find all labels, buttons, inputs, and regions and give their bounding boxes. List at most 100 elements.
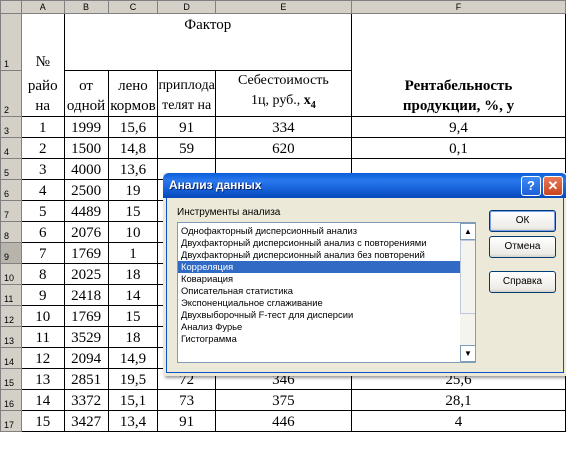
cell-c[interactable]: 18 [107, 262, 159, 285]
cell-b[interactable]: 4000 [63, 157, 109, 180]
cell-a[interactable]: 12 [20, 346, 65, 369]
cell-b[interactable]: 2418 [63, 283, 109, 306]
listbox-scrollbar[interactable]: ▲ ▼ [460, 223, 475, 362]
cell-a[interactable]: 5 [20, 199, 65, 222]
cell-a[interactable]: 9 [20, 283, 65, 306]
list-item[interactable]: Двухфакторный дисперсионный анализ с пов… [178, 237, 460, 249]
cell-b[interactable]: 3372 [63, 388, 109, 411]
cell-b[interactable]: 1500 [63, 136, 109, 159]
tools-listbox[interactable]: Однофакторный дисперсионный анализ Двухфа… [177, 222, 476, 363]
cell-b[interactable]: 1769 [63, 304, 109, 327]
cell-d[interactable]: 73 [157, 388, 216, 411]
help-icon[interactable]: ? [521, 176, 541, 196]
cell-d[interactable]: 91 [157, 409, 216, 432]
row-header[interactable]: 13 [0, 325, 22, 348]
row-header[interactable]: 14 [0, 346, 22, 369]
header-cell-b[interactable]: от одной [63, 70, 109, 117]
cell-c[interactable]: 13,4 [107, 409, 159, 432]
header-cell-f[interactable]: Рентабельность продукции, %, у [350, 70, 566, 117]
cell-f[interactable]: 9,4 [350, 115, 566, 138]
cell-f[interactable]: 0,1 [350, 136, 566, 159]
cell-f[interactable]: 4 [350, 409, 566, 432]
cell-b[interactable]: 3529 [63, 325, 109, 348]
header-cell-e[interactable]: Себестоимость 1ц, руб., x4 [214, 70, 352, 117]
cell-e[interactable]: 446 [214, 409, 352, 432]
ok-button[interactable]: ОК [489, 210, 556, 232]
close-icon[interactable]: ✕ [543, 176, 563, 196]
cell-b[interactable]: 3427 [63, 409, 109, 432]
row-header[interactable]: 3 [0, 115, 22, 138]
cancel-button[interactable]: Отмена [489, 236, 556, 258]
row-header[interactable]: 8 [0, 220, 22, 243]
list-item[interactable]: Ковариация [178, 273, 460, 285]
column-header-d[interactable]: D [157, 0, 216, 14]
cell-a[interactable]: 14 [20, 388, 65, 411]
list-item[interactable]: Анализ Фурье [178, 321, 460, 333]
cell-c[interactable]: 15,6 [107, 115, 159, 138]
row-header[interactable]: 10 [0, 262, 22, 285]
select-all-corner[interactable] [0, 0, 22, 14]
cell-a[interactable]: 7 [20, 241, 65, 264]
cell-d[interactable]: 91 [157, 115, 216, 138]
cell-a[interactable]: 3 [20, 157, 65, 180]
column-header-c[interactable]: C [107, 0, 159, 14]
cell-b[interactable]: 2500 [63, 178, 109, 201]
cell-c[interactable]: 14 [107, 283, 159, 306]
list-item[interactable]: Двухвыборочный F-тест для дисперсии [178, 309, 460, 321]
row-header[interactable]: 7 [0, 199, 22, 222]
column-header-e[interactable]: E [214, 0, 352, 14]
row-header[interactable]: 5 [0, 157, 22, 180]
scroll-up-icon[interactable]: ▲ [460, 223, 475, 240]
cell-c[interactable]: 15,1 [107, 388, 159, 411]
list-item[interactable]: Однофакторный дисперсионный анализ [178, 225, 460, 237]
header-cell-no-2[interactable]: райо на [20, 70, 65, 117]
cell-b[interactable]: 4489 [63, 199, 109, 222]
help-button[interactable]: Справка [489, 271, 556, 293]
dialog-title-bar[interactable]: Анализ данных ? ✕ [163, 173, 566, 198]
cell-b[interactable]: 1999 [63, 115, 109, 138]
scroll-thumb[interactable] [460, 240, 475, 314]
row-header[interactable]: 4 [0, 136, 22, 159]
cell-a[interactable]: 15 [20, 409, 65, 432]
header-cell-no[interactable]: № [20, 13, 65, 71]
cell-c[interactable]: 1 [107, 241, 159, 264]
cell-a[interactable]: 6 [20, 220, 65, 243]
row-header[interactable]: 9 [0, 241, 22, 264]
row-header[interactable]: 2 [0, 70, 22, 117]
cell-b[interactable]: 2094 [63, 346, 109, 369]
cell-e[interactable]: 334 [214, 115, 352, 138]
row-header[interactable]: 12 [0, 304, 22, 327]
header-cell-factor[interactable]: Фактор [63, 13, 352, 71]
cell-a[interactable]: 13 [20, 367, 65, 390]
header-cell-f-top[interactable] [350, 13, 566, 71]
row-header[interactable]: 1 [0, 13, 22, 71]
cell-a[interactable]: 11 [20, 325, 65, 348]
cell-b[interactable]: 2076 [63, 220, 109, 243]
list-item[interactable]: Описательная статистика [178, 285, 460, 297]
cell-e[interactable]: 375 [214, 388, 352, 411]
list-item[interactable]: Экспоненциальное сглаживание [178, 297, 460, 309]
cell-c[interactable]: 19,5 [107, 367, 159, 390]
cell-b[interactable]: 2851 [63, 367, 109, 390]
cell-b[interactable]: 2025 [63, 262, 109, 285]
scroll-down-icon[interactable]: ▼ [460, 345, 475, 362]
cell-c[interactable]: 18 [107, 325, 159, 348]
header-cell-d[interactable]: приплода телят на [157, 70, 216, 117]
list-item[interactable]: Корреляция [178, 261, 460, 273]
cell-d[interactable]: 59 [157, 136, 216, 159]
cell-a[interactable]: 8 [20, 262, 65, 285]
row-header[interactable]: 15 [0, 367, 22, 390]
column-header-b[interactable]: B [63, 0, 109, 14]
cell-c[interactable]: 15 [107, 199, 159, 222]
cell-c[interactable]: 15 [107, 304, 159, 327]
cell-c[interactable]: 13,6 [107, 157, 159, 180]
list-item[interactable]: Гистограмма [178, 333, 460, 345]
cell-c[interactable]: 10 [107, 220, 159, 243]
cell-c[interactable]: 14,9 [107, 346, 159, 369]
cell-a[interactable]: 1 [20, 115, 65, 138]
column-header-f[interactable]: F [350, 0, 566, 14]
header-cell-c[interactable]: лено кормов [107, 70, 159, 117]
cell-a[interactable]: 10 [20, 304, 65, 327]
row-header[interactable]: 11 [0, 283, 22, 306]
cell-b[interactable]: 1769 [63, 241, 109, 264]
